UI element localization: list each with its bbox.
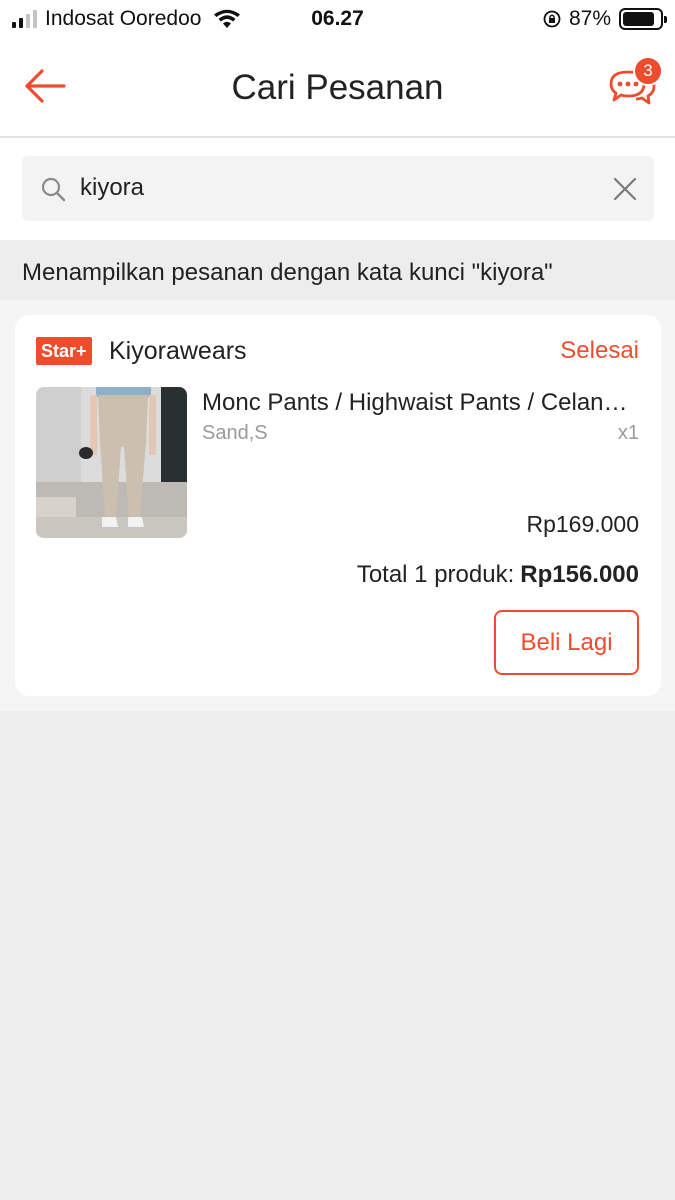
search-input[interactable] — [80, 168, 600, 208]
shop-name[interactable]: Kiyorawears — [109, 337, 247, 366]
status-bar: Indosat Ooredoo 06.27 87% — [0, 0, 675, 38]
battery-icon — [619, 8, 667, 30]
product-price: Rp169.000 — [526, 511, 639, 537]
search-area — [0, 138, 675, 240]
order-total-label: Total 1 produk: — [356, 561, 515, 588]
battery-fill — [623, 12, 655, 26]
buy-again-button[interactable]: Beli Lagi — [494, 610, 639, 675]
status-right: 87% — [543, 7, 667, 31]
search-icon — [41, 177, 66, 202]
close-icon[interactable] — [612, 176, 638, 202]
order-total-amount: Rp156.000 — [520, 561, 639, 588]
product-image[interactable] — [36, 387, 187, 538]
product-variant: Sand,S — [202, 422, 268, 444]
battery-percent: 87% — [568, 7, 611, 30]
order-card[interactable]: Star+ Kiyorawears Selesai Monc Pants / H… — [15, 315, 661, 696]
page-title: Cari Pesanan — [231, 68, 444, 107]
search-box[interactable] — [22, 156, 654, 221]
order-total: Total 1 produk: Rp156.000 — [357, 561, 639, 589]
star-plus-badge: Star+ — [36, 337, 92, 365]
chat-badge[interactable]: 3 — [633, 56, 663, 86]
product-name[interactable]: Monc Pants / Highwaist Pants / Celana Ku… — [202, 389, 640, 417]
rotation-lock-icon — [543, 10, 561, 28]
product-quantity: x1 — [617, 422, 639, 444]
header: Cari Pesanan 3 — [0, 38, 675, 138]
order-status: Selesai — [560, 337, 639, 364]
search-result-info: Menampilkan pesanan dengan kata kunci "k… — [22, 259, 553, 286]
